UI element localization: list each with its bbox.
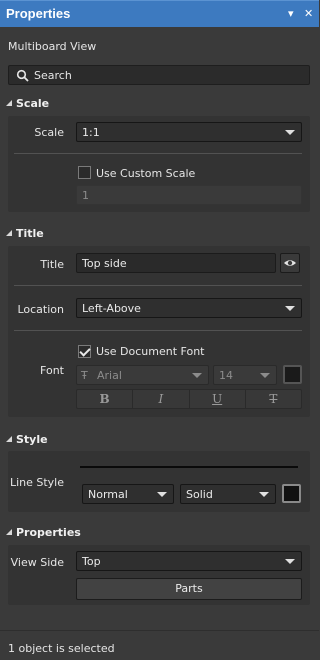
- view-side-value: Top: [82, 555, 101, 568]
- location-label: Location: [17, 303, 64, 316]
- collapse-triangle-icon: [6, 100, 12, 106]
- section-header-label: Title: [16, 227, 44, 240]
- section-header-title[interactable]: Title: [6, 227, 44, 240]
- title-field[interactable]: Top side: [76, 253, 276, 273]
- parts-button[interactable]: Parts: [76, 578, 302, 600]
- section-header-label: Properties: [16, 526, 81, 539]
- font-color-swatch[interactable]: [283, 365, 302, 384]
- view-side-dropdown[interactable]: Top: [76, 551, 302, 571]
- font-size-value: 14: [219, 369, 233, 382]
- font-type-icon: Ŧ: [81, 369, 88, 382]
- section-header-label: Scale: [16, 97, 50, 110]
- visibility-toggle-button[interactable]: [280, 253, 300, 273]
- section-header-style[interactable]: Style: [6, 433, 48, 446]
- properties-group: View Side Top Parts: [8, 545, 310, 605]
- line-weight-dropdown[interactable]: Normal: [82, 484, 174, 504]
- use-document-font-label: Use Document Font: [96, 345, 205, 358]
- search-placeholder: Search: [34, 69, 72, 82]
- custom-scale-field[interactable]: 1: [76, 185, 302, 205]
- chevron-down-icon: [285, 306, 295, 311]
- font-label: Font: [40, 364, 64, 377]
- underline-button[interactable]: U: [190, 390, 246, 408]
- line-color-swatch[interactable]: [282, 484, 301, 503]
- font-family-value: Arial: [97, 369, 122, 382]
- divider: [14, 153, 302, 154]
- divider: [14, 330, 302, 331]
- line-pattern-dropdown[interactable]: Solid: [180, 484, 276, 504]
- collapse-triangle-icon: [6, 230, 12, 236]
- panel-titlebar: Properties ▾ ✕: [0, 0, 319, 27]
- close-icon[interactable]: ✕: [304, 7, 313, 21]
- panel-subtitle: Multiboard View: [8, 40, 97, 53]
- bold-button[interactable]: B: [77, 390, 134, 408]
- italic-button[interactable]: I: [133, 390, 190, 408]
- use-document-font-checkbox[interactable]: [78, 345, 91, 358]
- title-group: Title Top side Location Left-Above Font …: [8, 246, 310, 417]
- strikethrough-button[interactable]: T: [246, 390, 301, 408]
- chevron-down-icon: [192, 373, 202, 378]
- font-format-toolbar: B I U T: [76, 389, 302, 409]
- view-side-label: View Side: [10, 556, 64, 569]
- collapse-triangle-icon: [6, 529, 12, 535]
- title-value: Top side: [82, 257, 127, 270]
- section-header-scale[interactable]: Scale: [6, 97, 49, 110]
- search-icon: [16, 69, 29, 82]
- line-style-label: Line Style: [9, 476, 64, 489]
- eye-icon: [284, 260, 296, 266]
- line-pattern-value: Solid: [186, 488, 213, 501]
- location-dropdown[interactable]: Left-Above: [76, 298, 302, 318]
- font-family-dropdown[interactable]: Ŧ Arial: [76, 365, 209, 385]
- custom-scale-value: 1: [82, 189, 89, 202]
- style-group: Line Style Normal Solid: [8, 451, 310, 512]
- dropdown-arrow-icon[interactable]: ▾: [288, 7, 294, 21]
- line-style-preview: [80, 466, 298, 468]
- scale-group: Scale 1:1 Use Custom Scale 1: [8, 116, 310, 212]
- chevron-down-icon: [285, 559, 295, 564]
- status-text: 1 object is selected: [8, 642, 115, 655]
- scale-dropdown[interactable]: 1:1: [76, 122, 302, 142]
- collapse-triangle-icon: [6, 436, 12, 442]
- custom-scale-checkbox[interactable]: [78, 166, 91, 179]
- font-size-dropdown[interactable]: 14: [213, 365, 277, 385]
- chevron-down-icon: [285, 130, 295, 135]
- custom-scale-label: Use Custom Scale: [96, 167, 196, 180]
- title-label: Title: [40, 258, 64, 271]
- search-input[interactable]: Search: [8, 65, 310, 85]
- scale-value: 1:1: [82, 126, 100, 139]
- panel-title: Properties: [6, 6, 71, 21]
- section-header-label: Style: [16, 433, 48, 446]
- scale-label: Scale: [34, 126, 64, 139]
- chevron-down-icon: [260, 373, 270, 378]
- status-divider: [0, 630, 319, 631]
- chevron-down-icon: [157, 492, 167, 497]
- line-weight-value: Normal: [88, 488, 128, 501]
- divider: [14, 285, 302, 286]
- location-value: Left-Above: [82, 302, 141, 315]
- chevron-down-icon: [259, 492, 269, 497]
- section-header-properties[interactable]: Properties: [6, 526, 81, 539]
